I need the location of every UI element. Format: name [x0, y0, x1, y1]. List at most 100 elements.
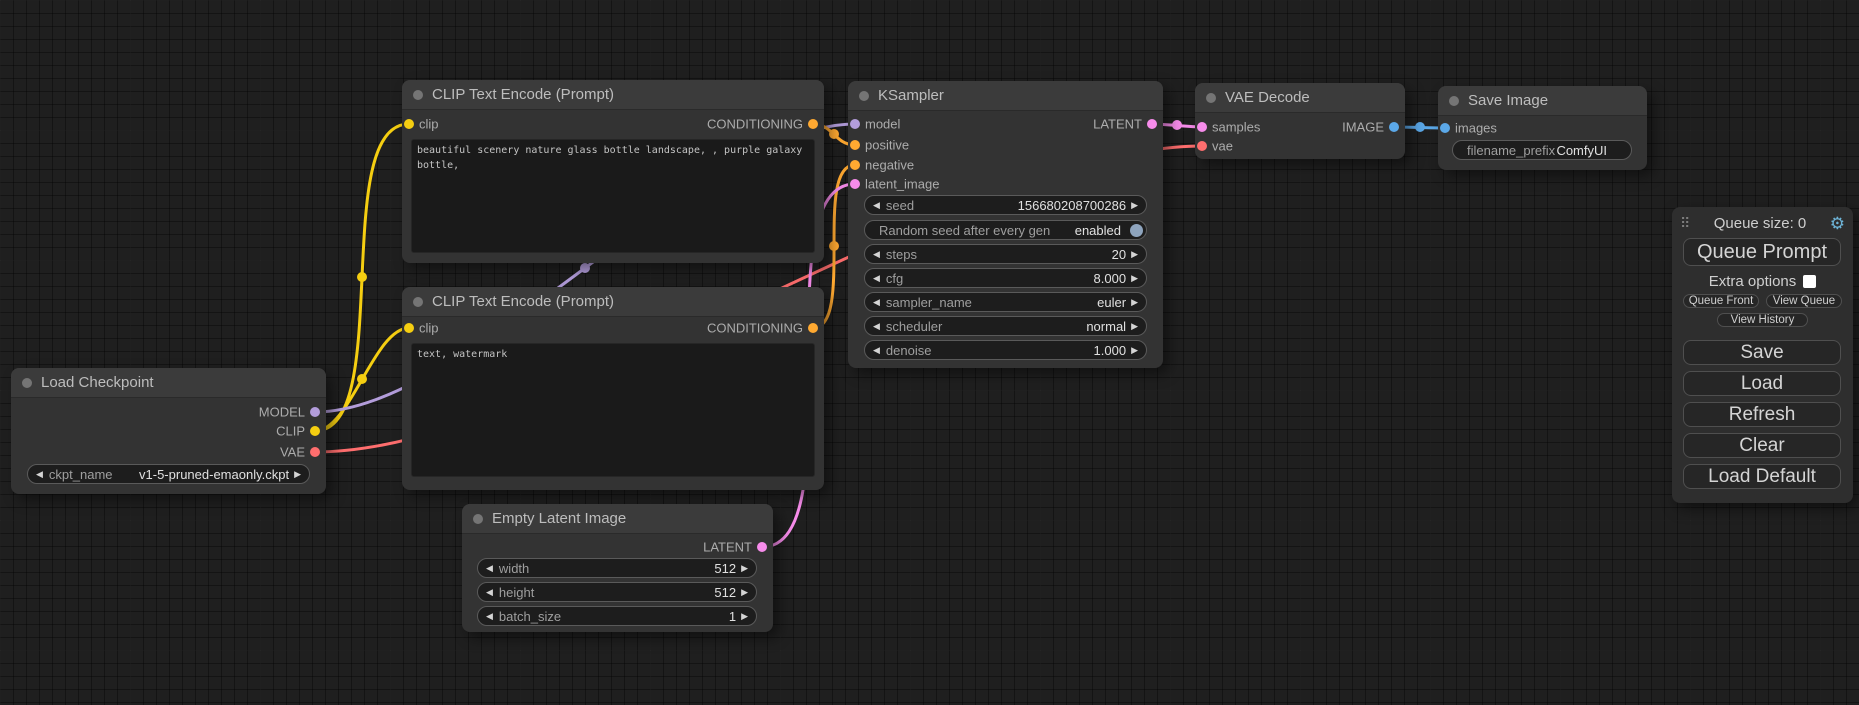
- graph-canvas[interactable]: Load Checkpoint MODEL CLIP VAE ◀ ckpt_na…: [0, 0, 1859, 705]
- view-history-button[interactable]: View History: [1717, 313, 1808, 327]
- view-queue-button[interactable]: View Queue: [1766, 294, 1842, 308]
- seed-widget[interactable]: ◀ seed 156680208700286 ▶: [864, 195, 1147, 215]
- output-dot-image[interactable]: [1389, 122, 1399, 132]
- collapse-dot-icon[interactable]: [859, 91, 869, 101]
- decrement-arrow-icon[interactable]: ◀: [36, 470, 43, 479]
- input-dot-clip[interactable]: [404, 323, 414, 333]
- link-dot-image: [1415, 122, 1425, 132]
- node-title-bar[interactable]: Save Image: [1438, 86, 1647, 116]
- ckpt-name-widget[interactable]: ◀ ckpt_name v1-5-pruned-emaonly.ckpt ▶: [27, 464, 310, 484]
- cfg-widget[interactable]: ◀ cfg 8.000 ▶: [864, 268, 1147, 288]
- output-dot-latent[interactable]: [757, 542, 767, 552]
- increment-arrow-icon[interactable]: ▶: [741, 588, 748, 597]
- queue-menu-panel: ⠿ Queue size: 0 ⚙ Queue Prompt Extra opt…: [1672, 207, 1853, 503]
- widget-label: Random seed after every gen: [879, 223, 1050, 238]
- node-clip-text-encode-positive[interactable]: CLIP Text Encode (Prompt) clip CONDITION…: [402, 80, 824, 263]
- node-save-image[interactable]: Save Image images filename_prefix ComfyU…: [1438, 86, 1647, 170]
- save-button[interactable]: Save: [1683, 340, 1841, 365]
- decrement-arrow-icon[interactable]: ◀: [873, 250, 880, 259]
- collapse-dot-icon[interactable]: [413, 297, 423, 307]
- node-load-checkpoint[interactable]: Load Checkpoint MODEL CLIP VAE ◀ ckpt_na…: [11, 368, 326, 494]
- widget-label: sampler_name: [886, 295, 972, 310]
- sampler-name-widget[interactable]: ◀ sampler_name euler ▶: [864, 292, 1147, 312]
- settings-gear-icon[interactable]: ⚙: [1830, 215, 1845, 232]
- increment-arrow-icon[interactable]: ▶: [294, 470, 301, 479]
- increment-arrow-icon[interactable]: ▶: [1131, 201, 1138, 210]
- scheduler-widget[interactable]: ◀ scheduler normal ▶: [864, 316, 1147, 336]
- height-widget[interactable]: ◀ height 512 ▶: [477, 582, 757, 602]
- widget-label: height: [499, 585, 534, 600]
- queue-prompt-button[interactable]: Queue Prompt: [1683, 238, 1841, 266]
- batch-size-widget[interactable]: ◀ batch_size 1 ▶: [477, 606, 757, 626]
- load-button[interactable]: Load: [1683, 371, 1841, 396]
- input-dot-negative[interactable]: [850, 160, 860, 170]
- increment-arrow-icon[interactable]: ▶: [1131, 298, 1138, 307]
- increment-arrow-icon[interactable]: ▶: [741, 612, 748, 621]
- node-vae-decode[interactable]: VAE Decode samples IMAGE vae: [1195, 83, 1405, 159]
- increment-arrow-icon[interactable]: ▶: [1131, 274, 1138, 283]
- collapse-dot-icon[interactable]: [1206, 93, 1216, 103]
- collapse-dot-icon[interactable]: [413, 90, 423, 100]
- output-dot-vae[interactable]: [310, 447, 320, 457]
- load-default-button[interactable]: Load Default: [1683, 464, 1841, 489]
- node-title-bar[interactable]: CLIP Text Encode (Prompt): [402, 80, 824, 110]
- decrement-arrow-icon[interactable]: ◀: [486, 564, 493, 573]
- clear-button[interactable]: Clear: [1683, 433, 1841, 458]
- input-dot-clip[interactable]: [404, 119, 414, 129]
- prompt-textarea[interactable]: beautiful scenery nature glass bottle la…: [411, 139, 815, 253]
- output-dot-conditioning[interactable]: [808, 119, 818, 129]
- decrement-arrow-icon[interactable]: ◀: [873, 346, 880, 355]
- output-dot-clip[interactable]: [310, 426, 320, 436]
- decrement-arrow-icon[interactable]: ◀: [486, 588, 493, 597]
- node-title-bar[interactable]: CLIP Text Encode (Prompt): [402, 287, 824, 317]
- input-dot-positive[interactable]: [850, 140, 860, 150]
- input-dot-samples[interactable]: [1197, 122, 1207, 132]
- collapse-dot-icon[interactable]: [22, 378, 32, 388]
- widget-label: cfg: [886, 271, 903, 286]
- increment-arrow-icon[interactable]: ▶: [1131, 346, 1138, 355]
- input-dot-model[interactable]: [850, 119, 860, 129]
- node-clip-text-encode-negative[interactable]: CLIP Text Encode (Prompt) clip CONDITION…: [402, 287, 824, 490]
- input-dot-images[interactable]: [1440, 123, 1450, 133]
- node-title-bar[interactable]: Load Checkpoint: [11, 368, 326, 398]
- input-label: samples: [1212, 120, 1260, 135]
- width-widget[interactable]: ◀ width 512 ▶: [477, 558, 757, 578]
- slot-row-images: images: [1438, 120, 1647, 136]
- link-dot-positive: [829, 129, 839, 139]
- history-row: View History: [1717, 313, 1808, 327]
- increment-arrow-icon[interactable]: ▶: [1131, 322, 1138, 331]
- output-dot-conditioning[interactable]: [808, 323, 818, 333]
- steps-widget[interactable]: ◀ steps 20 ▶: [864, 244, 1147, 264]
- prompt-textarea[interactable]: text, watermark: [411, 343, 815, 477]
- queue-front-button[interactable]: Queue Front: [1683, 294, 1759, 308]
- denoise-widget[interactable]: ◀ denoise 1.000 ▶: [864, 340, 1147, 360]
- decrement-arrow-icon[interactable]: ◀: [873, 201, 880, 210]
- input-dot-vae[interactable]: [1197, 141, 1207, 151]
- output-dot-latent[interactable]: [1147, 119, 1157, 129]
- collapse-dot-icon[interactable]: [1449, 96, 1459, 106]
- link-dot-model: [580, 263, 590, 273]
- refresh-button[interactable]: Refresh: [1683, 402, 1841, 427]
- link-dot-clip-positive: [357, 272, 367, 282]
- extra-options-checkbox[interactable]: [1803, 275, 1816, 288]
- decrement-arrow-icon[interactable]: ◀: [486, 612, 493, 621]
- node-empty-latent-image[interactable]: Empty Latent Image LATENT ◀ width 512 ▶ …: [462, 504, 773, 632]
- node-title-bar[interactable]: Empty Latent Image: [462, 504, 773, 534]
- node-title-bar[interactable]: KSampler: [848, 81, 1163, 111]
- increment-arrow-icon[interactable]: ▶: [741, 564, 748, 573]
- increment-arrow-icon[interactable]: ▶: [1131, 250, 1138, 259]
- node-ksampler[interactable]: KSampler model LATENT positive negative …: [848, 81, 1163, 368]
- random-seed-widget[interactable]: Random seed after every gen enabled: [864, 220, 1147, 240]
- drag-handle-icon[interactable]: ⠿: [1680, 215, 1690, 232]
- filename-prefix-widget[interactable]: filename_prefix ComfyUI: [1452, 140, 1632, 160]
- node-title: CLIP Text Encode (Prompt): [432, 86, 614, 103]
- decrement-arrow-icon[interactable]: ◀: [873, 298, 880, 307]
- collapse-dot-icon[interactable]: [473, 514, 483, 524]
- widget-value: 512: [714, 561, 736, 576]
- node-title-bar[interactable]: VAE Decode: [1195, 83, 1405, 113]
- decrement-arrow-icon[interactable]: ◀: [873, 322, 880, 331]
- input-dot-latent-image[interactable]: [850, 179, 860, 189]
- decrement-arrow-icon[interactable]: ◀: [873, 274, 880, 283]
- toggle-dot[interactable]: [1130, 224, 1143, 237]
- output-dot-model[interactable]: [310, 407, 320, 417]
